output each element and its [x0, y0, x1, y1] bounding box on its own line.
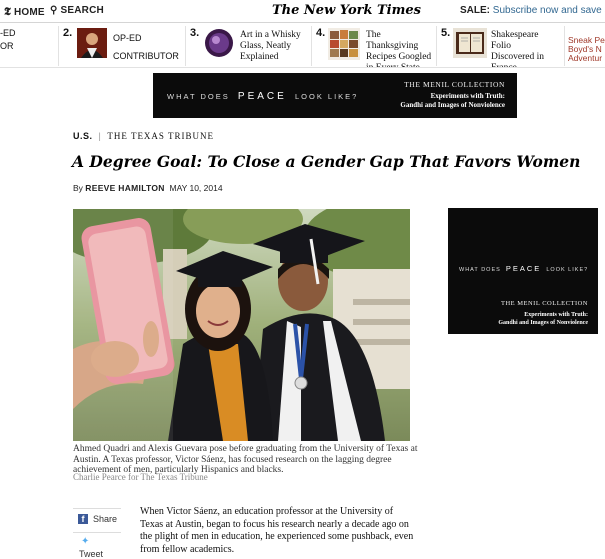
popular-item-number: 3.: [190, 27, 200, 39]
popular-item-text: Sneak Pe Boyd's N Adventur: [568, 36, 605, 63]
ad-exhibit-line1: Experiments with Truth:: [430, 92, 505, 100]
most-popular-strip: -ED OR 2. OP-ED CONTRIBUTOR 3. Art in a …: [0, 23, 605, 68]
popular-item-number: 5.: [441, 27, 451, 39]
twitter-icon: ✦: [81, 536, 90, 547]
article-photo[interactable]: [73, 209, 410, 441]
byline: By REEVE HAMILTON MAY 10, 2014: [73, 183, 223, 193]
ad-question-post: LOOK LIKE?: [546, 267, 589, 273]
nyt-logo[interactable]: The New York Times: [272, 3, 421, 18]
popular-item-text: Art in a Whisky Glass, Neatly Explained: [240, 30, 301, 62]
search-label: SEARCH: [60, 5, 104, 16]
popular-item-text: The Thanksgiving Recipes Googled in Ever…: [366, 30, 432, 68]
ad-question-pre: WHAT DOES: [167, 92, 230, 101]
ad-question: WHAT DOES PEACE LOOK LIKE?: [459, 264, 588, 273]
home-link[interactable]: 𝕿 HOME: [4, 5, 45, 19]
ad-exhibit-line2: Gandhi and Images of Nonviolence: [400, 101, 505, 109]
popular-item-text: Shakespeare Folio Discovered in France: [491, 30, 545, 68]
twitter-share-label: Tweet: [79, 549, 104, 559]
article-headline: A Degree Goal: To Close a Gender Gap Tha…: [72, 152, 581, 171]
popular-item-2[interactable]: 2. OP-ED CONTRIBUTOR: [58, 26, 184, 66]
ad-question-post: LOOK LIKE?: [294, 92, 359, 101]
popular-item-6[interactable]: Sneak Pe Boyd's N Adventur: [564, 26, 605, 66]
ad-org-name: THE MENIL COLLECTION: [404, 80, 505, 89]
ad-exhibit-line1: Experiments with Truth:: [524, 312, 588, 318]
facebook-share-button[interactable]: f Share: [73, 508, 121, 529]
byline-by: By: [73, 183, 83, 193]
folio-book-thumbnail: [453, 28, 487, 58]
twitter-share-button[interactable]: ✦ Tweet: [73, 532, 121, 559]
subscribe-promo[interactable]: SALE: Subscribe now and save 50%: [460, 5, 605, 16]
recipes-map-thumbnail: [328, 28, 360, 60]
ad-exhibit-line2: Gandhi and Images of Nonviolence: [498, 320, 588, 326]
sidebar-advertisement[interactable]: WHAT DOES PEACE LOOK LIKE? THE MENIL COL…: [448, 208, 598, 334]
author-link[interactable]: REEVE HAMILTON: [85, 183, 164, 193]
popular-item-number: 4.: [316, 27, 326, 39]
ad-question-word: PEACE: [505, 264, 542, 273]
photo-credit: Charlie Pearce for The Texas Tribune: [73, 472, 208, 482]
facebook-share-label: Share: [93, 514, 118, 524]
subsection-link[interactable]: THE TEXAS TRIBUNE: [107, 131, 214, 141]
facebook-icon: f: [78, 514, 88, 524]
nyt-t-icon: 𝕿: [4, 5, 11, 18]
section-kicker: U.S. | THE TEXAS TRIBUNE: [73, 131, 214, 141]
ad-org-name: THE MENIL COLLECTION: [500, 300, 588, 307]
advertisement-banner[interactable]: WHAT DOES PEACE LOOK LIKE? THE MENIL COL…: [153, 73, 517, 118]
ad-question-word: PEACE: [237, 91, 287, 102]
popular-item-1[interactable]: -ED OR: [0, 26, 57, 66]
popular-item-4[interactable]: 4. The Thanksgiving Recipes Googled in E…: [311, 26, 436, 68]
home-label: HOME: [13, 7, 45, 18]
publish-date: MAY 10, 2014: [169, 183, 223, 193]
popular-item-5[interactable]: 5. Shakespeare Folio Discovered in Franc…: [436, 26, 563, 68]
top-navigation-bar: 𝕿 HOME ⚲ SEARCH The New York Times SALE:…: [0, 0, 605, 23]
whisky-glass-thumbnail: [204, 28, 234, 58]
ad-exhibit-title: Experiments with Truth: Gandhi and Image…: [400, 92, 505, 110]
article-body-paragraph: When Victor Sáenz, an education professo…: [140, 506, 414, 555]
portrait-thumbnail: [77, 28, 107, 58]
search-button[interactable]: ⚲ SEARCH: [50, 5, 104, 16]
sale-label: SALE:: [460, 5, 490, 16]
popular-item-text: OP-ED CONTRIBUTOR: [113, 33, 179, 61]
kicker-divider: |: [98, 131, 102, 141]
popular-item-3[interactable]: 3. Art in a Whisky Glass, Neatly Explain…: [185, 26, 311, 66]
ad-exhibit-title: Experiments with Truth: Gandhi and Image…: [498, 311, 588, 327]
popular-item-number: 2.: [63, 27, 73, 39]
section-link[interactable]: U.S.: [73, 131, 93, 141]
photo-caption: Ahmed Quadri and Alexis Guevara pose bef…: [73, 444, 418, 475]
subscribe-link[interactable]: Subscribe now and save 50%: [493, 5, 605, 16]
ad-question-pre: WHAT DOES: [459, 267, 501, 273]
search-icon: ⚲: [50, 5, 58, 16]
ad-question: WHAT DOES PEACE LOOK LIKE?: [167, 91, 358, 102]
popular-item-text: -ED OR: [0, 28, 16, 51]
